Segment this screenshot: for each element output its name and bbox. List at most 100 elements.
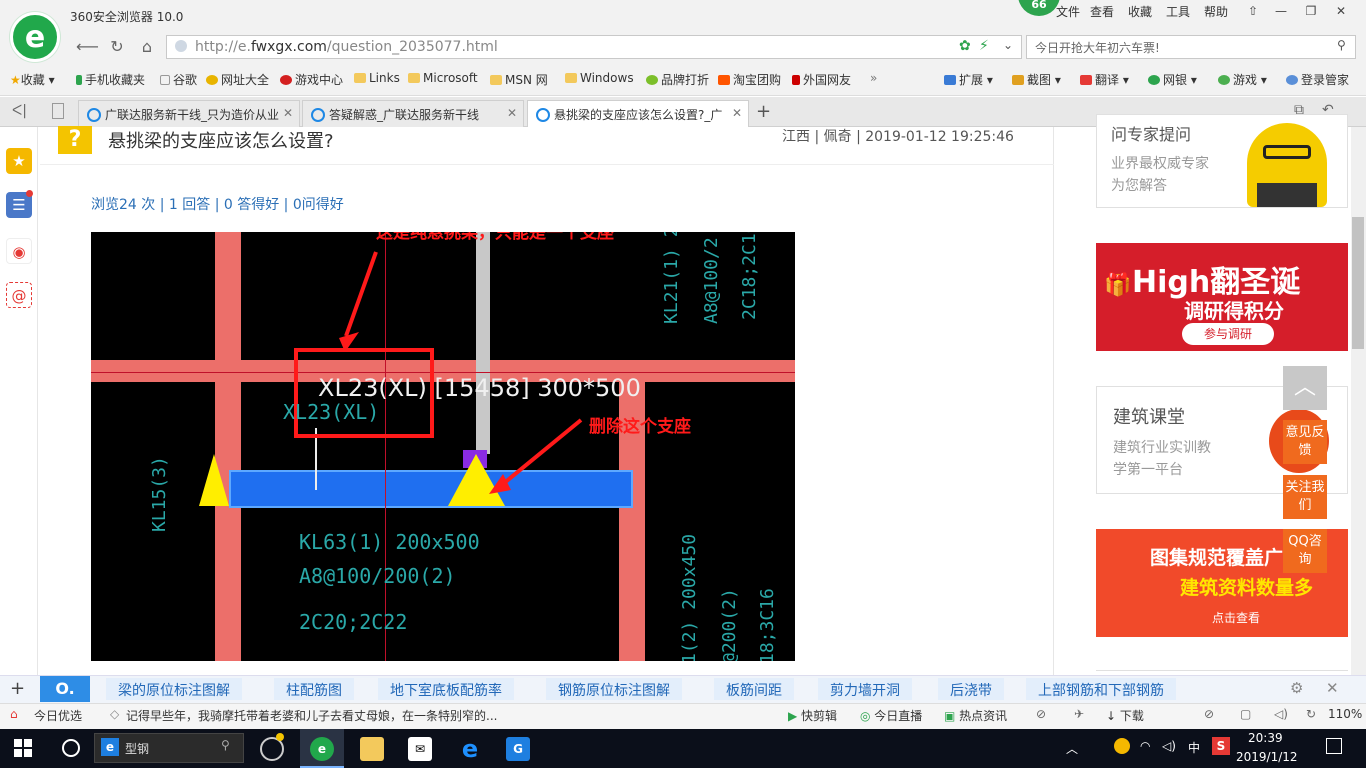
more-bookmarks-icon[interactable]: » (870, 71, 877, 85)
restore-button[interactable]: ❐ (1296, 0, 1326, 22)
back-to-top-icon[interactable]: ︿ (1283, 366, 1327, 410)
favorites-star-icon[interactable]: ★ (6, 148, 32, 174)
ime-indicator[interactable]: 中 (1188, 739, 1200, 756)
quick-edit[interactable]: ▶ 快剪辑 (788, 707, 837, 724)
tab-close-icon[interactable]: ✕ (283, 106, 293, 120)
clock-date[interactable]: 2019/1/12 (1236, 750, 1298, 764)
refresh-icon[interactable]: ↻ (106, 37, 128, 57)
window-icon[interactable]: ▢ (1240, 707, 1251, 721)
qq-button[interactable]: QQ咨询 (1283, 529, 1327, 573)
bookmark-mobile[interactable]: 手机收藏夹 (76, 71, 145, 88)
bookmark-foreign[interactable]: 外国网友 (792, 71, 851, 88)
tab-3[interactable]: 悬挑梁的支座应该怎么设置?_广 ✕ (527, 100, 749, 127)
address-bar[interactable]: http://e.fwxgx.com/question_2035077.html… (166, 35, 1022, 59)
keyword-3[interactable]: 地下室底板配筋率 (378, 678, 514, 700)
back-icon[interactable]: ⟵ (76, 37, 99, 57)
bookmark-favorites[interactable]: ★收藏 ▾ (10, 71, 55, 88)
tray-expand-icon[interactable]: ︿ (1066, 740, 1078, 757)
speed-icon[interactable]: ⚡ (979, 38, 989, 54)
download[interactable]: ↓ 下载 (1106, 707, 1144, 724)
sidebar-toggle-icon[interactable]: ᐸ| (12, 103, 27, 119)
tab-close-icon[interactable]: ✕ (507, 106, 517, 120)
keyword-8[interactable]: 上部钢筋和下部钢筋 (1026, 678, 1176, 700)
news-ticker[interactable]: 记得早些年，我骑摩托带着老婆和儿子去看丈母娘，在一条特别窄的... (126, 707, 497, 724)
live-today[interactable]: ◎ 今日直播 (860, 707, 922, 724)
survey-button[interactable]: 参与调研 (1182, 323, 1274, 345)
follow-button[interactable]: 关注我们 (1283, 475, 1327, 519)
bookmark-brand[interactable]: 品牌打折 (646, 71, 709, 88)
action-center-icon[interactable] (1326, 738, 1342, 754)
christmas-ad[interactable]: High翻圣诞 调研得积分 参与调研 🎁 (1096, 243, 1348, 351)
browser-task-icon[interactable]: e (310, 737, 334, 761)
tool-extend[interactable]: 扩展 ▾ (944, 71, 993, 88)
tab-close-icon[interactable]: ✕ (732, 106, 742, 120)
keyword-6[interactable]: 剪力墙开洞 (818, 678, 912, 700)
speedup-icon[interactable]: ⊘ (1036, 707, 1046, 721)
tab-1[interactable]: 广联达服务新干线_只为造价从业 ✕ (78, 100, 300, 127)
volume-icon[interactable]: ◁) (1162, 739, 1176, 753)
feedback-button[interactable]: 意见反馈 (1283, 420, 1327, 464)
plugin-icon[interactable]: ✈ (1074, 707, 1084, 721)
tab-list-icon[interactable] (52, 103, 64, 119)
keyword-4[interactable]: 钢筋原位标注图解 (546, 678, 682, 700)
bookmark-msn[interactable]: MSN 网 (490, 71, 548, 88)
bookmark-sites[interactable]: 网址大全 (206, 71, 269, 88)
tools-icon[interactable]: ⊘ (1204, 707, 1214, 721)
bookmark-google[interactable]: 谷歌 (160, 71, 197, 88)
bookmark-links[interactable]: Links (354, 71, 400, 85)
weibo-icon[interactable]: ◉ (6, 238, 32, 264)
url-text[interactable]: http://e.fwxgx.com/question_2035077.html (195, 39, 498, 55)
menu-help[interactable]: 帮助 (1204, 3, 1228, 20)
keyword-1[interactable]: 梁的原位标注图解 (106, 678, 242, 700)
taskbar-search[interactable]: e 型钢 ⚲ (94, 733, 244, 763)
keyword-5[interactable]: 板筋间距 (714, 678, 794, 700)
today-picks[interactable]: 今日优选 (34, 707, 82, 724)
hot-news[interactable]: ▣ 热点资讯 (944, 707, 1007, 724)
tool-login[interactable]: 登录管家 (1286, 71, 1349, 88)
tool-games[interactable]: 游戏 ▾ (1218, 71, 1267, 88)
tab-2[interactable]: 答疑解惑_广联达服务新干线 ✕ (302, 100, 524, 127)
settings-gear-icon[interactable]: ⚙ (1290, 679, 1303, 697)
minimize-button[interactable]: — (1266, 0, 1296, 22)
new-tab-icon[interactable]: + (756, 101, 771, 122)
clock-time[interactable]: 20:39 (1248, 731, 1283, 745)
skin-icon[interactable]: ⇧ (1238, 0, 1268, 22)
bookmark-games[interactable]: 游戏中心 (280, 71, 343, 88)
menu-tools[interactable]: 工具 (1166, 3, 1190, 20)
scrollbar[interactable] (1351, 127, 1366, 687)
ad-atlas-button[interactable]: 点击查看 (1212, 609, 1260, 626)
tool-screenshot[interactable]: 截图 ▾ (1012, 71, 1061, 88)
sound-icon[interactable]: ◁) (1274, 707, 1288, 721)
windows-start-icon[interactable] (14, 739, 32, 757)
close-button[interactable]: ✕ (1326, 0, 1356, 22)
keyword-close-icon[interactable]: ✕ (1326, 679, 1339, 697)
keyword-2[interactable]: 柱配筋图 (274, 678, 354, 700)
chevron-down-icon[interactable]: ⌄ (1003, 38, 1013, 52)
home-icon[interactable]: ⌂ (136, 37, 158, 57)
edge-icon[interactable]: e (458, 737, 482, 761)
cortana-icon[interactable] (62, 739, 80, 757)
bookmark-windows[interactable]: Windows (565, 71, 634, 85)
security-icon[interactable]: ✿ (959, 38, 971, 54)
wifi-icon[interactable]: ◠ (1140, 739, 1150, 753)
tool-bank[interactable]: 网银 ▾ (1148, 71, 1197, 88)
bookmark-microsoft[interactable]: Microsoft (408, 71, 478, 85)
explorer-icon[interactable] (360, 737, 384, 761)
tray-360-icon[interactable] (1114, 738, 1130, 754)
tool-translate[interactable]: 翻译 ▾ (1080, 71, 1129, 88)
menu-favorites[interactable]: 收藏 (1128, 3, 1152, 20)
search-input[interactable]: 今日开抢大年初六车票! (1035, 39, 1160, 56)
menu-view[interactable]: 查看 (1090, 3, 1114, 20)
sogou-icon[interactable]: S (1212, 737, 1230, 755)
menu-file[interactable]: 文件 (1056, 3, 1080, 20)
search-box[interactable]: 今日开抢大年初六车票! ⚲ (1026, 35, 1356, 59)
bookmark-taobao[interactable]: 淘宝团购 (718, 71, 781, 88)
search-icon[interactable]: ⚲ (1337, 38, 1346, 52)
expert-card[interactable]: 问专家提问 业界最权威专家 为您解答 (1096, 114, 1348, 208)
refresh-status-icon[interactable]: ↻ (1306, 707, 1316, 721)
scrollbar-thumb[interactable] (1352, 217, 1364, 349)
taskbar-search-text[interactable]: 型钢 (125, 740, 149, 757)
zoom-level[interactable]: 110% (1328, 707, 1362, 721)
keyword-7[interactable]: 后浇带 (938, 678, 1004, 700)
mail-app-icon[interactable]: ✉ (408, 737, 432, 761)
